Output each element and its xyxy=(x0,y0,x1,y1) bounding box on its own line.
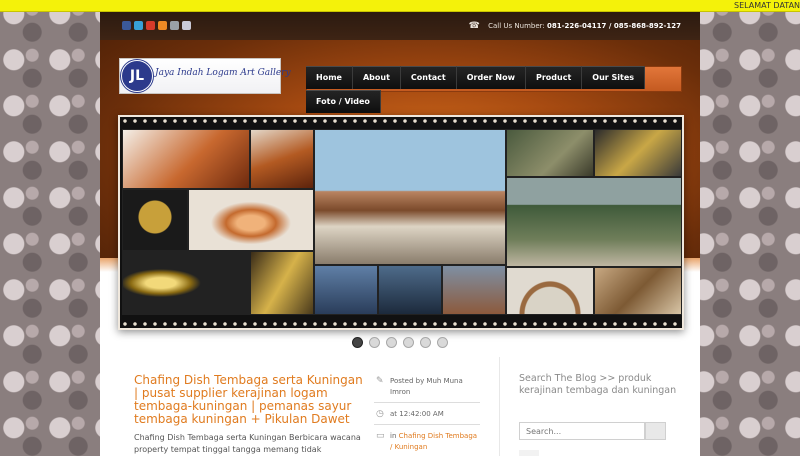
phone-icon: ☎ xyxy=(468,21,480,31)
nav-row-1: Home About Contact Order Now Product Our… xyxy=(306,66,646,89)
photo-brass-trumpets xyxy=(594,129,682,177)
slider-dot-6[interactable] xyxy=(437,337,448,348)
sidebar-divider xyxy=(499,357,500,456)
slider-collage xyxy=(122,129,682,315)
pencil-icon: ✎ xyxy=(376,376,384,386)
meta-posted-by: Posted by Muh Muna Imron xyxy=(390,377,463,396)
clock-icon: ◷ xyxy=(376,409,384,419)
marquee-text: SELAMAT DATAN xyxy=(734,1,800,10)
facebook-icon[interactable] xyxy=(122,21,131,30)
phone-info: ☎ Call Us Number: 081-226-04117 / 085-86… xyxy=(469,21,681,31)
meta-in-label: in xyxy=(390,432,397,440)
photo-copper-basin xyxy=(188,189,314,251)
photo-brass-bowls xyxy=(122,251,250,315)
meta-time: ◷ at 12:42:00 AM xyxy=(374,409,480,420)
photo-dome-detail xyxy=(442,265,506,315)
logo-text: Jaya Indah Logam Art Gallery xyxy=(155,68,291,78)
nav-row-2: Foto / Video xyxy=(306,90,381,113)
meta-category-link[interactable]: Chafing Dish Tembaga / Kuningan xyxy=(390,432,477,451)
photo-relief-panel xyxy=(506,129,594,177)
meta-category: ▭ in Chafing Dish Tembaga / Kuningan xyxy=(374,431,480,453)
folder-icon: ▭ xyxy=(376,431,385,441)
photo-workers xyxy=(314,265,378,315)
image-slider[interactable] xyxy=(118,115,684,330)
slider-pagination xyxy=(352,337,448,348)
search-icon[interactable]: ⌕ xyxy=(519,450,539,456)
youtube-icon[interactable] xyxy=(146,21,155,30)
logo-mark: JL xyxy=(121,60,153,92)
flickr-icon[interactable] xyxy=(182,21,191,30)
meta-time-text: at 12:42:00 AM xyxy=(390,410,444,418)
film-holes-top xyxy=(120,117,682,125)
sidebar-search-title: Search The Blog >> produk kerajinan temb… xyxy=(519,373,677,396)
phone-label: Call Us Number: xyxy=(488,22,545,30)
post-meta: ✎ Posted by Muh Muna Imron ◷ at 12:42:00… xyxy=(374,376,480,456)
photo-copper-pipes xyxy=(250,129,314,189)
slider-dot-2[interactable] xyxy=(369,337,380,348)
nav-our-sites[interactable]: Our Sites xyxy=(582,66,646,89)
nav-foto-video[interactable]: Foto / Video xyxy=(306,90,381,113)
photo-mosque-dome xyxy=(314,129,506,265)
photo-copper-bathtub xyxy=(122,129,250,189)
photo-garden-crafts xyxy=(506,177,682,267)
nav-home[interactable]: Home xyxy=(306,66,353,89)
search-button[interactable] xyxy=(645,422,666,440)
nav-contact[interactable]: Contact xyxy=(400,66,457,89)
photo-fern-plaque xyxy=(594,267,682,315)
photo-crafting xyxy=(378,265,442,315)
post-excerpt: Chafing Dish Tembaga serta Kuningan Berb… xyxy=(134,433,361,454)
nav-order-now[interactable]: Order Now xyxy=(456,66,526,89)
slider-dot-1[interactable] xyxy=(352,337,363,348)
nav-about[interactable]: About xyxy=(352,66,401,89)
slider-dot-5[interactable] xyxy=(420,337,431,348)
meta-author: ✎ Posted by Muh Muna Imron xyxy=(374,376,480,398)
slider-dot-4[interactable] xyxy=(403,337,414,348)
photo-arch xyxy=(506,267,594,315)
meta-divider xyxy=(374,424,480,425)
marquee-banner: SELAMAT DATAN xyxy=(0,0,800,12)
site-logo[interactable]: JL Jaya Indah Logam Art Gallery xyxy=(119,58,291,94)
meta-divider xyxy=(374,402,480,403)
camera-icon[interactable] xyxy=(170,21,179,30)
twitter-icon[interactable] xyxy=(134,21,143,30)
social-icons xyxy=(122,21,191,30)
nav-product[interactable]: Product xyxy=(525,66,583,89)
slider-dot-3[interactable] xyxy=(386,337,397,348)
phone-numbers: 081-226-04117 / 085-868-892-127 xyxy=(547,22,681,30)
post-title[interactable]: Chafing Dish Tembaga serta Kuningan | pu… xyxy=(134,374,366,426)
photo-garuda xyxy=(122,189,188,251)
search-input[interactable] xyxy=(519,422,645,440)
film-holes-bottom xyxy=(120,320,682,328)
top-bar: ☎ Call Us Number: 081-226-04117 / 085-86… xyxy=(100,12,700,40)
page-container: ☎ Call Us Number: 081-226-04117 / 085-86… xyxy=(100,12,700,456)
photo-brass-vase xyxy=(250,251,314,315)
rss-icon[interactable] xyxy=(158,21,167,30)
